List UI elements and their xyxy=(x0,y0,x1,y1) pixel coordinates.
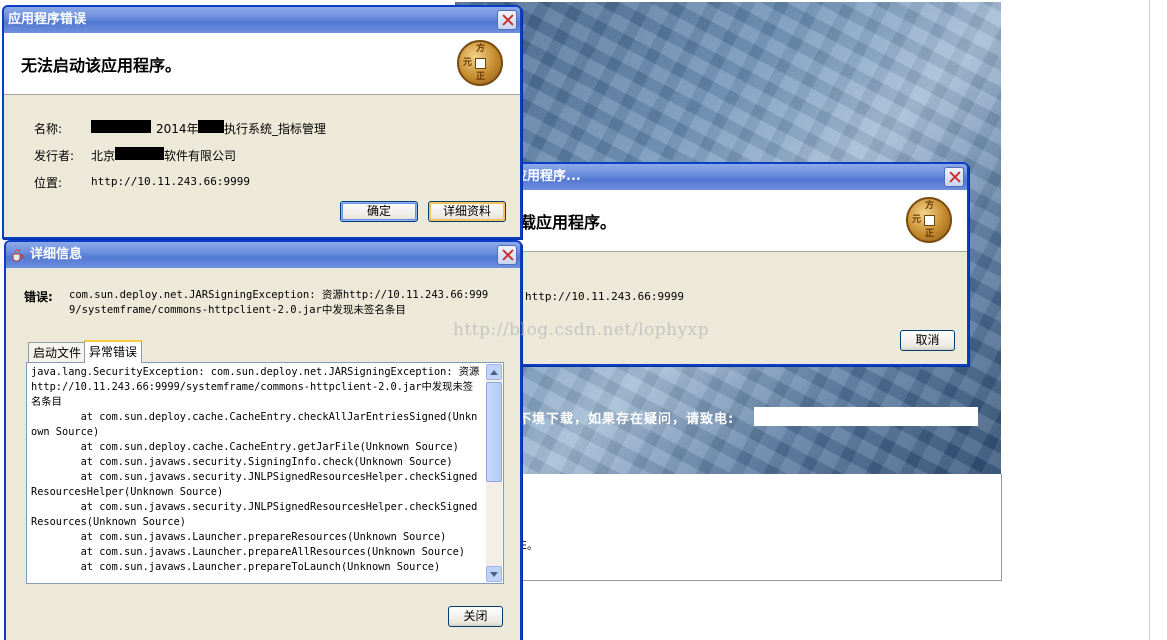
ok-button[interactable]: 确定 xyxy=(340,201,418,222)
scroll-thumb[interactable] xyxy=(486,382,502,482)
error-label: 错误: xyxy=(24,290,53,304)
stack-trace-text[interactable]: java.lang.SecurityException: com.sun.dep… xyxy=(29,365,485,575)
publisher-prefix: 北京 xyxy=(91,149,116,163)
tab-launch-file[interactable]: 启动文件 xyxy=(28,342,87,363)
error-dialog-header: 无法启动该应用程序。 方 元 正 xyxy=(4,33,520,95)
loading-dialog-heading: 载应用程序。 xyxy=(520,213,617,232)
details-dialog-titlebar[interactable]: 详细信息 xyxy=(6,242,520,268)
publisher-suffix: 软件有限公司 xyxy=(164,149,237,163)
trace-scrollbar[interactable] xyxy=(486,364,502,582)
tab-exception[interactable]: 异常错误 xyxy=(84,340,143,363)
stack-trace-line: at com.sun.javaws.security.JNLPSignedRes… xyxy=(31,501,478,528)
name-redacted-2 xyxy=(198,120,224,133)
error-message: com.sun.deploy.net.JARSigningException: … xyxy=(69,289,489,316)
background-contact-redacted xyxy=(754,407,978,426)
stack-trace-line: at com.sun.deploy.cache.CacheEntry.getJa… xyxy=(31,441,459,453)
stack-trace-line: at com.sun.javaws.Launcher.prepareToLaun… xyxy=(31,561,441,573)
stack-trace-line: at com.sun.javaws.security.JNLPSignedRes… xyxy=(31,471,478,498)
details-button[interactable]: 详细资料 xyxy=(428,201,506,222)
close-icon[interactable] xyxy=(497,245,517,265)
location-label: 位置: xyxy=(34,176,63,190)
background-contact-text: 不境下载，如果存在疑问，请致电: xyxy=(518,412,735,427)
error-dialog-title: 应用程序错误 xyxy=(8,12,87,27)
java-cup-icon xyxy=(12,248,24,262)
error-dialog: 应用程序错误 无法启动该应用程序。 方 元 正 名称: 2014年 执行系统_指… xyxy=(2,5,522,239)
name-label: 名称: xyxy=(34,122,63,136)
tab-strip: 启动文件 异常错误 xyxy=(28,340,508,364)
name-value-mid: 2014年 xyxy=(156,122,199,136)
stack-trace-line: java.lang.SecurityException: com.sun.dep… xyxy=(31,366,480,408)
page-scrollbar[interactable] xyxy=(1149,0,1167,640)
watermark-text: http://blog.csdn.net/lophyxp xyxy=(453,320,710,340)
error-dialog-titlebar[interactable]: 应用程序错误 xyxy=(4,7,520,33)
scroll-down-icon[interactable] xyxy=(486,566,502,582)
stack-trace-line: at com.sun.javaws.security.SigningInfo.c… xyxy=(31,456,453,468)
location-value: http://10.11.243.66:9999 xyxy=(91,175,250,188)
publisher-redacted xyxy=(115,147,164,160)
error-dialog-heading: 无法启动该应用程序。 xyxy=(21,56,182,75)
close-icon[interactable] xyxy=(944,167,964,187)
close-button[interactable]: 关闭 xyxy=(448,606,503,627)
name-value-suffix: 执行系统_指标管理 xyxy=(224,122,327,136)
details-dialog-title: 详细信息 xyxy=(30,247,83,262)
loading-location-value: http://10.11.243.66:9999 xyxy=(525,290,684,303)
background-page-area xyxy=(455,474,1002,581)
details-dialog: 详细信息 错误: com.sun.deploy.net.JARSigningEx… xyxy=(4,240,522,640)
loading-dialog-titlebar[interactable]: 应用程序... xyxy=(510,164,967,190)
cancel-button[interactable]: 取消 xyxy=(900,330,955,351)
loading-dialog-title: 应用程序... xyxy=(514,169,581,184)
background-tail-text: E。 xyxy=(520,539,538,552)
coin-logo-icon: 方 元 正 xyxy=(457,40,503,86)
publisher-label: 发行者: xyxy=(34,149,75,163)
stack-trace-line: at com.sun.javaws.Launcher.prepareAllRes… xyxy=(31,546,465,558)
scroll-up-icon[interactable] xyxy=(486,364,502,380)
loading-dialog-header: 载应用程序。 方 元 正 xyxy=(510,190,967,252)
close-icon[interactable] xyxy=(497,10,517,30)
trace-panel: java.lang.SecurityException: com.sun.dep… xyxy=(26,362,504,584)
stack-trace-line: at com.sun.deploy.cache.CacheEntry.check… xyxy=(31,411,478,438)
stack-trace-line: at com.sun.javaws.Launcher.prepareResour… xyxy=(31,531,447,543)
coin-logo-icon: 方 元 正 xyxy=(906,197,952,243)
name-redacted-1 xyxy=(91,120,151,133)
desktop-screen: 不境下载，如果存在疑问，请致电: E。 应用程序... 载应用程序。 方 元 正… xyxy=(0,0,1167,640)
